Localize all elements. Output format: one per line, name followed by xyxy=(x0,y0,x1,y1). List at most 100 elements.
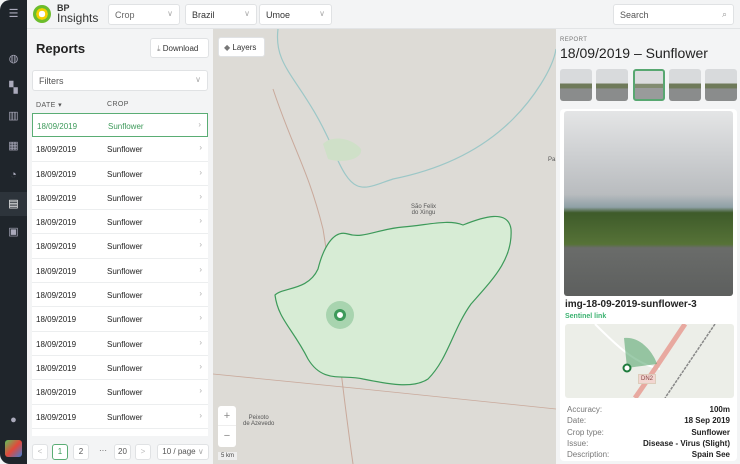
country-select-value: Brazil xyxy=(192,10,215,20)
next-page-button[interactable]: > xyxy=(135,444,151,460)
row-date: 18/09/2019 xyxy=(36,145,77,155)
table-row[interactable]: 18/09/2019Sunflower› xyxy=(32,234,208,259)
report-photo[interactable] xyxy=(564,111,733,296)
detail-value: 18 Sep 2019 xyxy=(684,416,730,426)
prev-page-button[interactable]: < xyxy=(32,444,48,460)
table-row[interactable]: 18/09/2019Sunflower› xyxy=(32,113,208,138)
table-row[interactable]: 18/09/2019Sunflower› xyxy=(32,307,208,332)
user-icon[interactable]: ● xyxy=(7,414,20,427)
row-date: 18/09/2019 xyxy=(36,169,77,179)
row-date: 18/09/2019 xyxy=(36,218,77,228)
row-date: 18/09/2019 xyxy=(36,291,77,301)
page-2-button[interactable]: 2 xyxy=(73,444,89,460)
download-button[interactable]: ⤓ Download xyxy=(150,38,209,58)
row-date: 18/09/2019 xyxy=(36,339,77,349)
row-crop: Sunflower xyxy=(107,291,143,301)
reports-panel: Reports ⤓ Download Filters ∨ DATE ▾ CROP … xyxy=(27,29,213,464)
row-crop: Sunflower xyxy=(107,218,143,228)
layers-button[interactable]: ◆ Layers xyxy=(218,37,265,57)
chevron-down-icon: ∨ xyxy=(167,9,173,18)
page-1-button[interactable]: 1 xyxy=(52,444,68,460)
table-row[interactable]: 18/09/2019 Sunflower › xyxy=(32,283,208,308)
mini-map-canvas xyxy=(594,324,716,398)
row-crop: Sunflower xyxy=(107,169,143,179)
thumbnail[interactable] xyxy=(705,69,737,101)
map-icon[interactable]: ▚ xyxy=(7,82,20,95)
mini-map[interactable]: DN2 xyxy=(565,324,734,398)
image-name: img-18-09-2019-sunflower-3 xyxy=(565,299,697,310)
brand-line2: Insights xyxy=(57,11,99,25)
chevron-down-icon: ∨ xyxy=(244,9,250,18)
filters-select[interactable]: Filters ∨ xyxy=(32,70,208,91)
chevron-down-icon: ∨ xyxy=(195,75,201,84)
table-row[interactable]: 18/09/2019Sunflower› xyxy=(32,355,208,381)
river-line xyxy=(276,29,556,188)
page-20-button[interactable]: 20 xyxy=(114,444,131,460)
chevron-down-icon: ∨ xyxy=(197,447,204,456)
sort-icon: ▾ xyxy=(58,102,63,109)
table-row[interactable]: 18/09/2019Sunflower› xyxy=(32,161,208,186)
forest-patch xyxy=(323,138,362,161)
chevron-right-icon: › xyxy=(199,289,202,299)
document-icon[interactable]: ▣ xyxy=(7,226,20,239)
crop-select[interactable]: Crop ∨ xyxy=(108,4,180,25)
chevron-right-icon: › xyxy=(198,120,201,129)
row-date: 18/09/2019 xyxy=(36,266,77,276)
chevron-right-icon: › xyxy=(199,361,202,371)
chevron-right-icon: › xyxy=(199,313,202,323)
table-row[interactable]: 18/09/2019Sunflower› xyxy=(32,428,208,436)
table-icon[interactable]: ▦ xyxy=(7,140,20,153)
chevron-right-icon: › xyxy=(199,216,202,226)
thumbnail[interactable] xyxy=(669,69,701,101)
zoom-in-button[interactable]: + xyxy=(218,406,236,426)
search-input[interactable]: Search ⌕ xyxy=(613,4,734,25)
chevron-down-icon: ∨ xyxy=(319,9,325,18)
layers-icon: ◆ xyxy=(224,43,231,52)
chevron-right-icon: › xyxy=(199,143,202,153)
table-row[interactable]: 18/09/2019Sunflower› xyxy=(32,137,208,162)
zoom-controls: + − xyxy=(218,406,236,447)
reports-icon[interactable]: ▤ xyxy=(7,198,20,211)
thumbnail[interactable] xyxy=(560,69,592,101)
company-select[interactable]: Umoe ∨ xyxy=(259,4,332,25)
report-label: REPORT xyxy=(560,37,588,43)
country-select[interactable]: Brazil ∨ xyxy=(185,4,257,25)
bp-logo-icon xyxy=(33,5,51,23)
table-row[interactable]: 18/09/2019Sunflower› xyxy=(32,331,208,356)
pagination-ellipsis[interactable]: ··· xyxy=(93,444,113,460)
detail-key: Crop type: xyxy=(567,427,604,437)
detail-key: Date: xyxy=(567,416,587,426)
page-size-select[interactable]: 10 / page ∨ xyxy=(157,444,209,460)
zoom-out-button[interactable]: − xyxy=(218,426,236,446)
chevron-right-icon: › xyxy=(199,337,202,347)
menu-icon[interactable]: ☰ xyxy=(7,8,20,21)
detail-key: Description: xyxy=(567,450,610,460)
history-icon[interactable]: ◔ xyxy=(7,169,20,182)
chevron-right-icon: › xyxy=(199,386,202,396)
detail-value: Disease - Virus (Slight) xyxy=(643,438,730,448)
location-marker-icon[interactable] xyxy=(334,309,346,321)
table-row[interactable]: 18/09/2019 Sunflower › xyxy=(32,210,208,235)
town-label: Peixoto de Azevedo xyxy=(243,415,274,427)
table-row[interactable]: 18/09/2019Sunflower› xyxy=(32,258,208,284)
table-row[interactable]: 18/09/2019Sunflower› xyxy=(32,380,208,405)
table-row[interactable]: 18/09/2019Sunflower› xyxy=(32,404,208,429)
row-crop: Sunflower xyxy=(107,412,143,422)
region-polygon[interactable] xyxy=(274,215,512,386)
detail-row: Crop type: Sunflower xyxy=(567,428,730,437)
detail-value: 100m xyxy=(709,405,730,414)
sidebar: ☰ ◍ ▚ ▥ ▦ ◔ ▤ ▣ ● xyxy=(0,0,27,464)
thumbnail-selected[interactable] xyxy=(633,69,665,101)
column-header-date[interactable]: DATE ▾ xyxy=(36,101,62,109)
sentinel-link[interactable]: Sentinel link xyxy=(565,313,606,320)
table-row[interactable]: 18/09/2019Sunflower› xyxy=(32,185,208,211)
row-date: 18/09/2019 xyxy=(36,315,77,325)
page-title: Reports xyxy=(36,41,86,56)
row-date: 18/09/2019 xyxy=(37,122,78,131)
map[interactable]: ◆ Layers São Felix do Xingu Peixoto de Aze… xyxy=(213,29,556,464)
town-label: São Felix do Xingu xyxy=(411,204,436,216)
thumbnail[interactable] xyxy=(596,69,628,101)
chart-icon[interactable]: ▥ xyxy=(7,110,20,123)
globe-icon[interactable]: ◍ xyxy=(7,53,20,66)
chevron-right-icon: › xyxy=(199,191,202,201)
